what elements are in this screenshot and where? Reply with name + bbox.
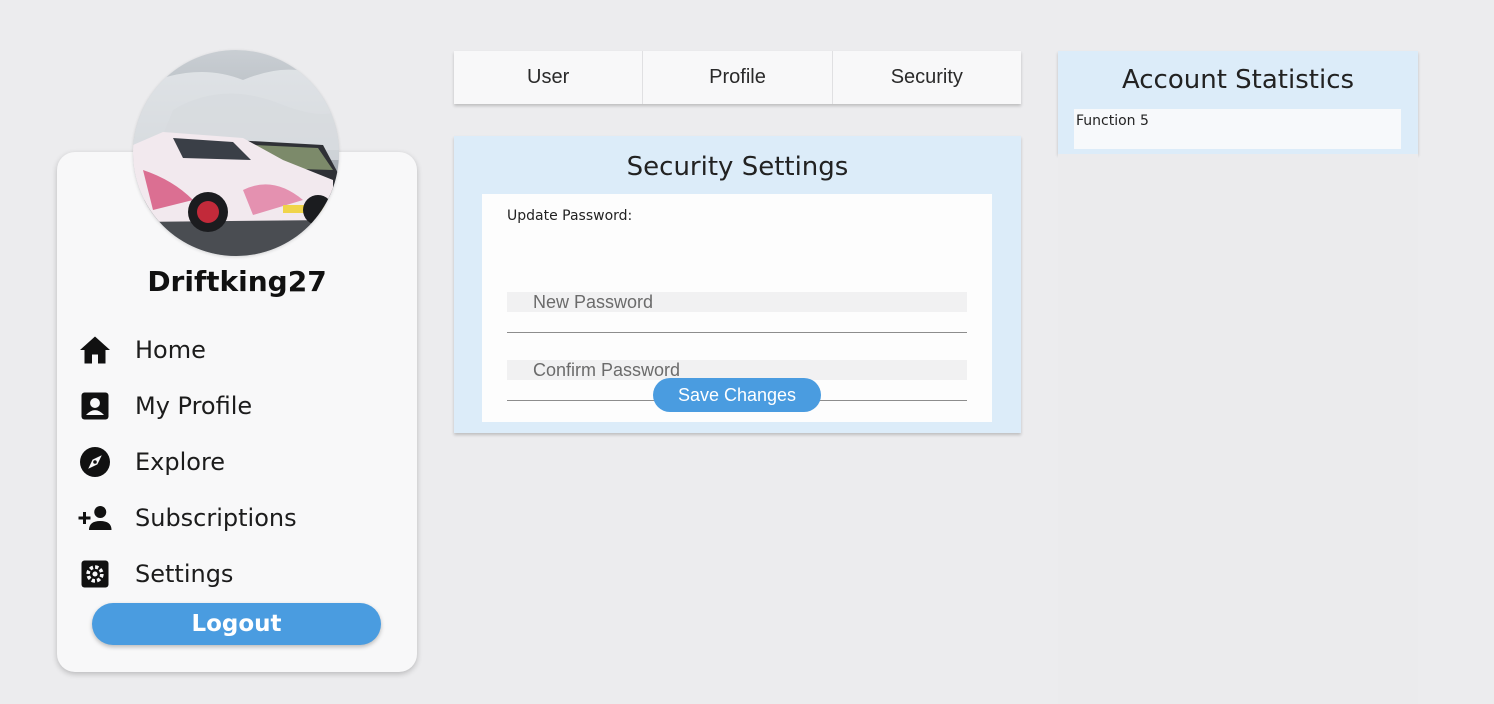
sidebar-nav: Home My Profile Explore Subscriptions Se… bbox=[77, 322, 397, 602]
drift-car-photo bbox=[133, 50, 339, 256]
save-changes-button[interactable]: Save Changes bbox=[653, 378, 821, 412]
account-statistics-panel: Account Statistics Function 5 bbox=[1058, 51, 1418, 154]
sidebar-item-label: My Profile bbox=[135, 392, 253, 420]
avatar[interactable] bbox=[133, 50, 339, 256]
password-form: Update Password: Save Changes bbox=[482, 194, 992, 422]
profile-card-icon bbox=[77, 386, 117, 426]
tab-security[interactable]: Security bbox=[833, 51, 1021, 104]
sidebar-item-explore[interactable]: Explore bbox=[77, 434, 397, 490]
sidebar-item-label: Explore bbox=[135, 448, 226, 476]
add-person-icon bbox=[77, 498, 117, 538]
settings-tabs: User Profile Security bbox=[454, 51, 1021, 104]
security-settings-panel: Security Settings Update Password: Save … bbox=[454, 136, 1021, 433]
sidebar-item-home[interactable]: Home bbox=[77, 322, 397, 378]
new-password-input[interactable] bbox=[507, 290, 967, 314]
update-password-label: Update Password: bbox=[507, 208, 633, 224]
logout-button[interactable]: Logout bbox=[92, 603, 381, 645]
sidebar-item-subscriptions[interactable]: Subscriptions bbox=[77, 490, 397, 546]
tab-profile[interactable]: Profile bbox=[643, 51, 833, 104]
sidebar-item-settings[interactable]: Settings bbox=[77, 546, 397, 602]
statistics-list: Function 5 bbox=[1074, 109, 1401, 149]
compass-icon bbox=[77, 442, 117, 482]
tab-user[interactable]: User bbox=[454, 51, 644, 104]
statistics-item: Function 5 bbox=[1076, 113, 1149, 129]
statistics-column-background bbox=[1058, 154, 1418, 704]
security-settings-title: Security Settings bbox=[626, 152, 849, 182]
sidebar-item-label: Home bbox=[135, 336, 206, 364]
sidebar-item-label: Settings bbox=[135, 560, 234, 588]
sidebar-item-label: Subscriptions bbox=[135, 504, 297, 532]
sidebar-item-my-profile[interactable]: My Profile bbox=[77, 378, 397, 434]
account-statistics-title: Account Statistics bbox=[1121, 65, 1355, 95]
home-icon bbox=[77, 330, 117, 370]
username: Driftking27 bbox=[147, 265, 327, 298]
gear-icon bbox=[77, 554, 117, 594]
new-password-field-wrap bbox=[507, 290, 967, 333]
